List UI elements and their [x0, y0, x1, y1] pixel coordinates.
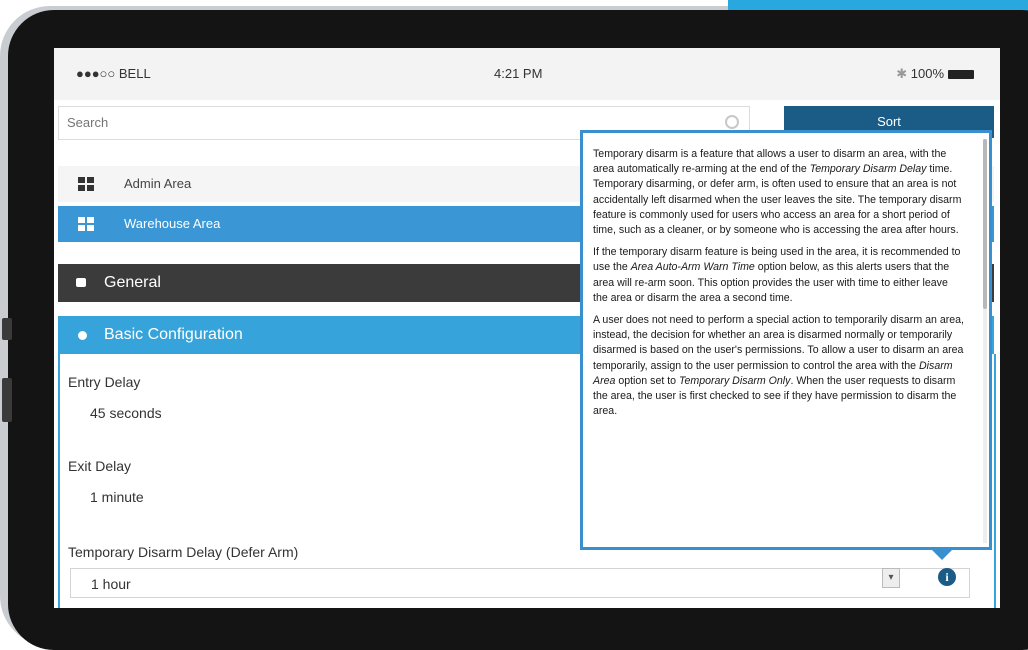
- gear-icon: [78, 331, 87, 340]
- popup-pointer: [930, 548, 954, 560]
- help-paragraph: Temporary disarm is a feature that allow…: [593, 148, 962, 237]
- help-paragraph: If the temporary disarm feature is being…: [593, 246, 961, 304]
- chevron-down-icon[interactable]: ▾: [882, 568, 900, 588]
- entry-delay-label: Entry Delay: [68, 374, 141, 390]
- section-title: Basic Configuration: [104, 326, 243, 343]
- carrier: ●●●○○ BELL ︎: [76, 66, 151, 81]
- side-button: [2, 318, 12, 340]
- battery-status: ✱ 100%: [896, 66, 974, 82]
- area-label: Admin Area: [124, 176, 192, 191]
- area-label: Warehouse Area: [124, 216, 221, 231]
- search-input[interactable]: [65, 114, 669, 131]
- app-screen: ●●●○○ BELL ︎ 4:21 PM ✱ 100% Sort Admin A…: [54, 48, 1000, 608]
- temporary-disarm-delay-select[interactable]: 1 hour: [70, 568, 970, 598]
- exit-delay-label: Exit Delay: [68, 458, 132, 474]
- search-icon[interactable]: [725, 115, 739, 129]
- section-title: General: [104, 274, 161, 291]
- status-bar: ●●●○○ BELL ︎ 4:21 PM ✱ 100%: [54, 48, 1000, 100]
- battery-icon: [948, 70, 974, 80]
- help-popup: Temporary disarm is a feature that allow…: [580, 130, 992, 550]
- bluetooth-icon: ✱: [896, 66, 908, 81]
- area-grid-icon: [78, 177, 94, 191]
- clock: 4:21 PM: [494, 66, 543, 81]
- scrollbar-thumb[interactable]: [983, 139, 987, 309]
- volume-button: [2, 378, 12, 422]
- temporary-disarm-delay-label: Temporary Disarm Delay (Defer Arm): [68, 544, 299, 560]
- info-icon[interactable]: i: [938, 568, 956, 586]
- area-grid-icon: [78, 217, 94, 231]
- help-text: Temporary disarm is a feature that allow…: [593, 147, 965, 426]
- help-paragraph: A user does not need to perform a specia…: [593, 314, 964, 418]
- briefcase-icon: [76, 278, 86, 287]
